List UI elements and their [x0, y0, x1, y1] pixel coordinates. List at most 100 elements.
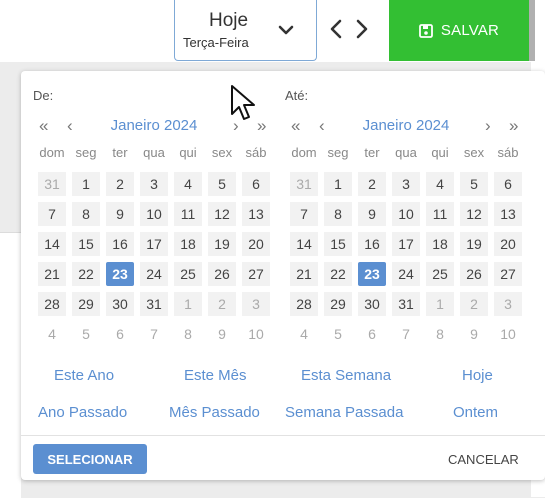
day-cell[interactable]: 6: [491, 169, 525, 199]
day-cell[interactable]: 2: [103, 169, 137, 199]
day-cell[interactable]: 9: [457, 319, 491, 349]
day-cell[interactable]: 19: [457, 229, 491, 259]
day-cell[interactable]: 21: [35, 259, 69, 289]
day-cell[interactable]: 14: [35, 229, 69, 259]
day-cell[interactable]: 10: [137, 199, 171, 229]
selected-day-cell[interactable]: 23: [103, 259, 137, 289]
day-cell[interactable]: 5: [205, 169, 239, 199]
date-range-dropdown[interactable]: Hoje Terça-Feira: [174, 0, 317, 61]
day-cell[interactable]: 10: [389, 199, 423, 229]
day-cell[interactable]: 20: [491, 229, 525, 259]
shortcut-hoje[interactable]: Hoje: [462, 367, 493, 384]
day-cell[interactable]: 8: [69, 199, 103, 229]
next-year-icon[interactable]: »: [257, 117, 266, 135]
day-cell[interactable]: 12: [205, 199, 239, 229]
day-cell[interactable]: 7: [137, 319, 171, 349]
select-button[interactable]: SELECIONAR: [33, 444, 147, 474]
shortcut-esta-semana[interactable]: Esta Semana: [301, 367, 391, 384]
day-cell[interactable]: 24: [389, 259, 423, 289]
day-cell[interactable]: 20: [239, 229, 273, 259]
day-cell[interactable]: 17: [389, 229, 423, 259]
day-cell[interactable]: 28: [287, 289, 321, 319]
day-cell[interactable]: 4: [35, 319, 69, 349]
day-cell[interactable]: 4: [171, 169, 205, 199]
day-cell[interactable]: 8: [321, 199, 355, 229]
day-cell[interactable]: 11: [423, 199, 457, 229]
day-cell[interactable]: 4: [287, 319, 321, 349]
day-cell[interactable]: 7: [287, 199, 321, 229]
day-cell[interactable]: 19: [205, 229, 239, 259]
next-year-icon[interactable]: »: [509, 117, 518, 135]
day-cell[interactable]: 26: [205, 259, 239, 289]
day-cell[interactable]: 7: [389, 319, 423, 349]
day-cell[interactable]: 4: [423, 169, 457, 199]
day-cell[interactable]: 1: [321, 169, 355, 199]
day-cell[interactable]: 15: [321, 229, 355, 259]
previous-period-button[interactable]: [327, 18, 345, 40]
shortcut-ano-passado[interactable]: Ano Passado: [38, 404, 127, 421]
shortcut-ontem[interactable]: Ontem: [453, 404, 498, 421]
day-cell[interactable]: 31: [35, 169, 69, 199]
save-button[interactable]: SALVAR: [389, 0, 529, 61]
day-cell[interactable]: 6: [239, 169, 273, 199]
day-cell[interactable]: 13: [239, 199, 273, 229]
day-cell[interactable]: 5: [321, 319, 355, 349]
day-cell[interactable]: 10: [239, 319, 273, 349]
day-cell[interactable]: 30: [355, 289, 389, 319]
shortcut-semana-passada[interactable]: Semana Passada: [285, 404, 403, 421]
shortcut-este-ano[interactable]: Este Ano: [54, 367, 114, 384]
day-cell[interactable]: 8: [171, 319, 205, 349]
day-cell[interactable]: 13: [491, 199, 525, 229]
day-cell[interactable]: 25: [423, 259, 457, 289]
day-cell[interactable]: 18: [423, 229, 457, 259]
day-cell[interactable]: 9: [355, 199, 389, 229]
scrollbar[interactable]: [529, 0, 535, 61]
day-cell[interactable]: 3: [137, 169, 171, 199]
day-cell[interactable]: 27: [491, 259, 525, 289]
day-cell[interactable]: 7: [35, 199, 69, 229]
day-cell[interactable]: 9: [205, 319, 239, 349]
day-cell[interactable]: 1: [69, 169, 103, 199]
day-cell[interactable]: 3: [239, 289, 273, 319]
cancel-button[interactable]: CANCELAR: [448, 452, 519, 467]
day-cell[interactable]: 3: [389, 169, 423, 199]
day-cell[interactable]: 31: [137, 289, 171, 319]
day-cell[interactable]: 16: [355, 229, 389, 259]
shortcut-mes-passado[interactable]: Mês Passado: [169, 404, 260, 421]
day-cell[interactable]: 15: [69, 229, 103, 259]
day-cell[interactable]: 9: [103, 199, 137, 229]
day-cell[interactable]: 16: [103, 229, 137, 259]
day-cell[interactable]: 1: [171, 289, 205, 319]
day-cell[interactable]: 11: [171, 199, 205, 229]
day-cell[interactable]: 2: [205, 289, 239, 319]
day-cell[interactable]: 5: [457, 169, 491, 199]
selected-day-cell[interactable]: 23: [355, 259, 389, 289]
day-cell[interactable]: 31: [389, 289, 423, 319]
day-cell[interactable]: 25: [171, 259, 205, 289]
day-cell[interactable]: 3: [491, 289, 525, 319]
day-cell[interactable]: 22: [321, 259, 355, 289]
next-period-button[interactable]: [353, 18, 371, 40]
day-cell[interactable]: 18: [171, 229, 205, 259]
day-cell[interactable]: 6: [103, 319, 137, 349]
day-cell[interactable]: 21: [287, 259, 321, 289]
day-cell[interactable]: 10: [491, 319, 525, 349]
next-month-icon[interactable]: ›: [485, 117, 491, 135]
day-cell[interactable]: 12: [457, 199, 491, 229]
day-cell[interactable]: 5: [69, 319, 103, 349]
day-cell[interactable]: 14: [287, 229, 321, 259]
day-cell[interactable]: 30: [103, 289, 137, 319]
day-cell[interactable]: 2: [457, 289, 491, 319]
day-cell[interactable]: 26: [457, 259, 491, 289]
next-month-icon[interactable]: ›: [233, 117, 239, 135]
day-cell[interactable]: 8: [423, 319, 457, 349]
day-cell[interactable]: 29: [69, 289, 103, 319]
day-cell[interactable]: 24: [137, 259, 171, 289]
day-cell[interactable]: 22: [69, 259, 103, 289]
day-cell[interactable]: 1: [423, 289, 457, 319]
day-cell[interactable]: 27: [239, 259, 273, 289]
day-cell[interactable]: 17: [137, 229, 171, 259]
day-cell[interactable]: 29: [321, 289, 355, 319]
day-cell[interactable]: 6: [355, 319, 389, 349]
day-cell[interactable]: 31: [287, 169, 321, 199]
